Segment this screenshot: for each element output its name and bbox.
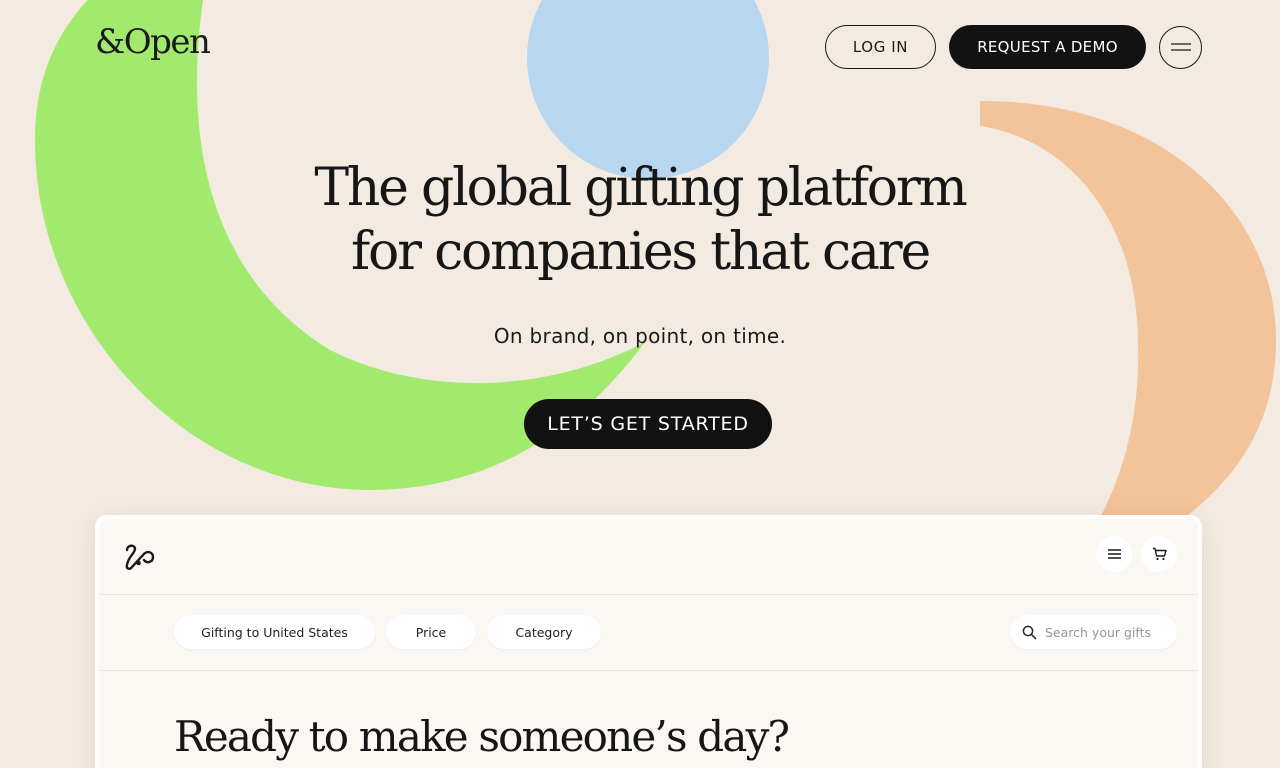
hero-title: The global gifting platform for companie… (0, 156, 1280, 284)
preview-divider-bottom (99, 670, 1198, 671)
preview-divider-top (99, 594, 1198, 595)
cart-icon (1152, 547, 1167, 561)
hero-title-line2: for companies that care (350, 222, 931, 282)
filter-price[interactable]: Price (386, 615, 476, 649)
preview-logo[interactable] (123, 543, 155, 575)
hero-subtitle: On brand, on point, on time. (493, 324, 787, 348)
search-icon (1022, 625, 1037, 639)
top-nav: LOG IN REQUEST A DEMO (825, 25, 1202, 69)
preview-menu-button[interactable] (1096, 536, 1132, 572)
hamburger-icon (1170, 43, 1191, 51)
preview-header-icons (1096, 536, 1177, 572)
filter-destination[interactable]: Gifting to United States (174, 615, 375, 649)
brand-logo[interactable]: &Open (95, 22, 211, 62)
get-started-button[interactable]: LET’S GET STARTED (524, 399, 772, 449)
search-placeholder: Search your gifts (1045, 624, 1151, 640)
menu-button[interactable] (1159, 25, 1202, 69)
filter-bar: Gifting to United States Price Category (174, 615, 601, 649)
blue-circle-shape (527, 0, 769, 179)
product-preview-card: Gifting to United States Price Category … (95, 515, 1202, 768)
hero-title-line1: The global gifting platform (314, 158, 967, 218)
hamburger-icon (1107, 549, 1121, 559)
preview-heading: Ready to make someone’s day? (174, 712, 790, 761)
search-input[interactable]: Search your gifts (1010, 615, 1177, 649)
filter-category[interactable]: Category (487, 615, 601, 649)
preview-content: Gifting to United States Price Category … (99, 519, 1198, 768)
login-button[interactable]: LOG IN (825, 25, 936, 69)
preview-cart-button[interactable] (1141, 536, 1177, 572)
andopen-mark-icon (125, 544, 155, 570)
request-demo-button[interactable]: REQUEST A DEMO (949, 25, 1146, 69)
